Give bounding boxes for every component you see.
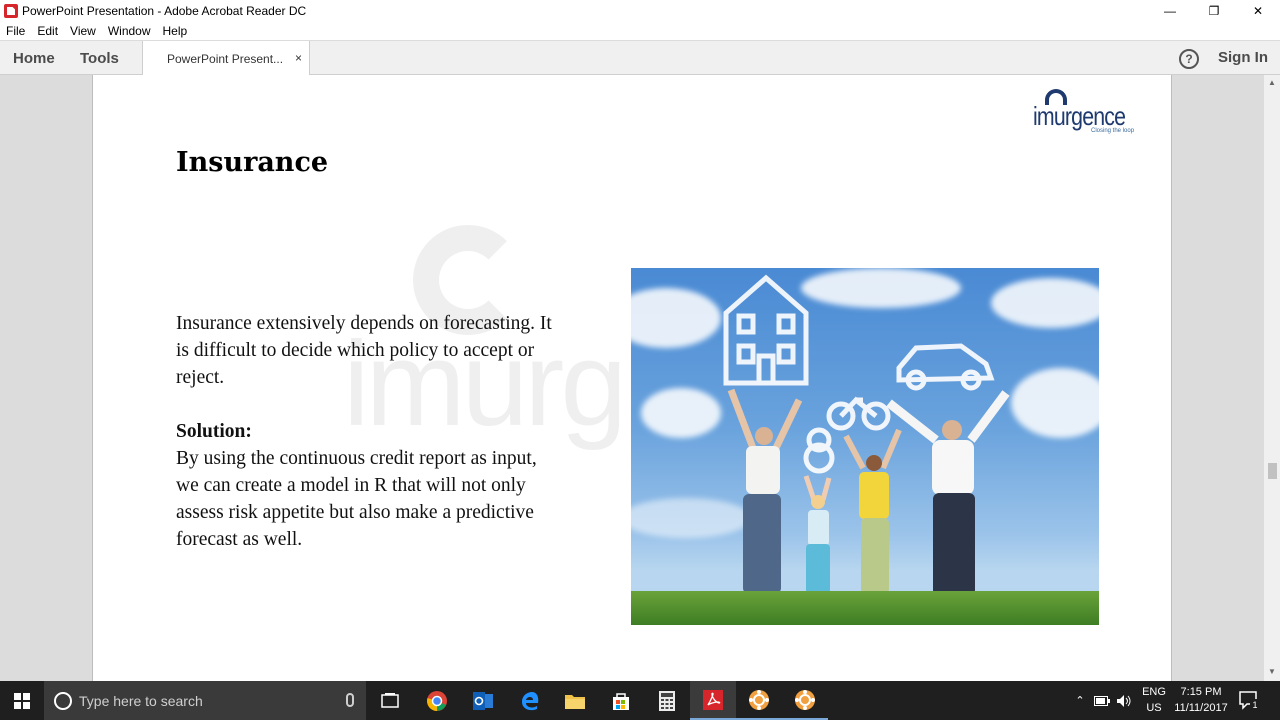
microphone-icon[interactable] — [346, 693, 354, 707]
volume-icon[interactable] — [1116, 694, 1132, 708]
search-placeholder: Type here to search — [79, 692, 203, 709]
store-icon[interactable] — [598, 681, 644, 720]
sign-in-button[interactable]: Sign In — [1218, 49, 1268, 66]
cortana-icon — [54, 691, 72, 710]
file-explorer-icon[interactable] — [552, 681, 598, 720]
minimize-button[interactable]: — — [1148, 0, 1192, 22]
tab-home[interactable]: Home — [13, 41, 55, 75]
slide-page: imurg imurgence Closing the loop Insuran… — [92, 75, 1172, 681]
system-tray: ⌃ — [1072, 681, 1138, 720]
clock-time: 7:15 PM — [1180, 686, 1222, 698]
language-indicator[interactable]: ENG US — [1140, 684, 1168, 716]
insurance-paragraph: Insurance extensively depends on forecas… — [176, 313, 552, 388]
document-viewer[interactable]: imurg imurgence Closing the loop Insuran… — [0, 75, 1264, 681]
menu-edit[interactable]: Edit — [37, 24, 58, 38]
tab-document[interactable]: PowerPoint Present... × — [142, 41, 310, 76]
family-figures — [727, 388, 1010, 596]
windows-logo-icon — [14, 692, 30, 709]
language-code: ENG — [1142, 686, 1166, 698]
action-center-icon[interactable]: 1 — [1238, 689, 1260, 711]
scroll-down-icon[interactable]: ▼ — [1267, 667, 1277, 677]
battery-icon[interactable] — [1094, 695, 1110, 706]
help-icon[interactable]: ? — [1179, 49, 1199, 69]
grass — [631, 591, 1099, 625]
window-controls: — ❐ ✕ — [1148, 0, 1280, 22]
taskbar-search[interactable]: Type here to search — [44, 681, 366, 720]
tab-tools[interactable]: Tools — [80, 41, 119, 75]
menu-bar: File Edit View Window Help — [0, 22, 1280, 40]
solution-paragraph: By using the continuous credit report as… — [176, 448, 537, 550]
document-tab-label: PowerPoint Present... — [167, 51, 284, 66]
start-button[interactable] — [0, 681, 44, 720]
calculator-icon[interactable] — [644, 681, 690, 720]
restore-button[interactable]: ❐ — [1192, 0, 1236, 22]
scroll-thumb[interactable] — [1268, 463, 1277, 479]
chevron-up-icon[interactable]: ⌃ — [1072, 694, 1088, 707]
menu-file[interactable]: File — [6, 24, 25, 38]
acrobat-icon[interactable] — [690, 681, 736, 720]
tab-bar: Home Tools PowerPoint Present... × ? Sig… — [0, 40, 1280, 76]
close-tab-icon[interactable]: × — [295, 51, 302, 65]
scroll-up-icon[interactable]: ▲ — [1267, 78, 1277, 88]
slide-body: Insurance extensively depends on forecas… — [176, 310, 556, 553]
region-code: US — [1146, 702, 1162, 714]
outlook-icon[interactable] — [460, 681, 506, 720]
windows-taskbar: Type here to search ⌃ ENG US 7:15 PM 11/… — [0, 681, 1280, 720]
notification-count: 1 — [1250, 699, 1260, 711]
menu-view[interactable]: View — [70, 24, 96, 38]
acrobat-app-icon — [4, 4, 18, 18]
edge-icon[interactable] — [507, 681, 553, 720]
menu-window[interactable]: Window — [108, 24, 151, 38]
imurgence-logo: imurgence Closing the loop — [1033, 89, 1143, 137]
chrome-icon[interactable] — [414, 681, 460, 720]
clock[interactable]: 7:15 PM 11/11/2017 — [1166, 684, 1236, 716]
task-view-icon[interactable] — [367, 681, 413, 720]
window-titlebar: PowerPoint Presentation - Adobe Acrobat … — [0, 0, 1280, 22]
close-button[interactable]: ✕ — [1236, 0, 1280, 22]
solution-heading: Solution: — [176, 421, 252, 442]
window-title: PowerPoint Presentation - Adobe Acrobat … — [22, 4, 307, 18]
clock-date: 11/11/2017 — [1174, 702, 1228, 714]
app-icon[interactable] — [736, 681, 782, 720]
vertical-scrollbar[interactable]: ▲ ▼ — [1264, 75, 1280, 681]
app-icon[interactable] — [782, 681, 828, 720]
slide-title: Insurance — [176, 147, 329, 178]
menu-help[interactable]: Help — [163, 24, 188, 38]
family-sky-photo — [631, 268, 1099, 625]
